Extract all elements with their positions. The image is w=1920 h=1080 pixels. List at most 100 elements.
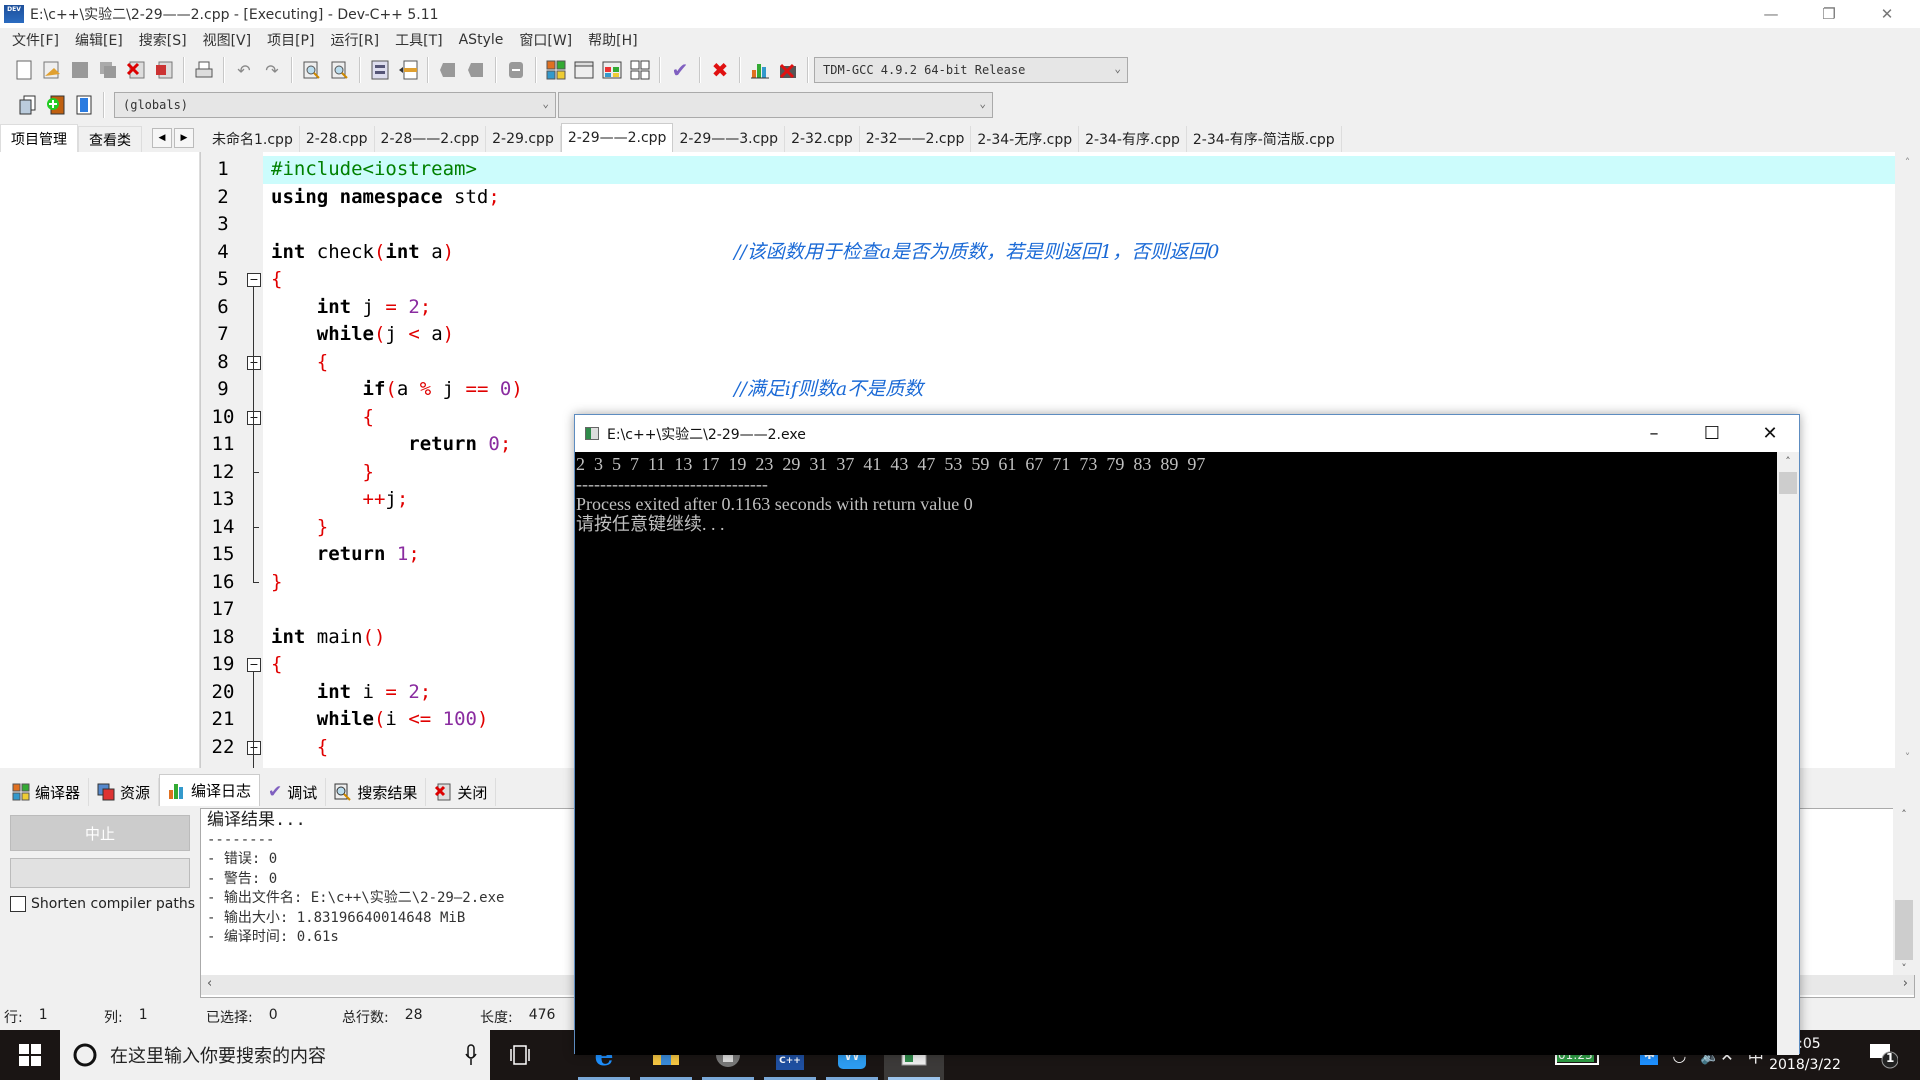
- code-line[interactable]: while(j < a): [271, 321, 454, 349]
- console-window[interactable]: E:\c++\实验二\2-29——2.exe – ☐ ✕ 2 3 5 7 11 …: [574, 414, 1800, 1055]
- rebuild-all-icon[interactable]: [629, 59, 651, 81]
- compile-icon[interactable]: [545, 59, 567, 81]
- code-line[interactable]: {: [271, 349, 328, 377]
- fold-toggle-icon[interactable]: −: [247, 355, 261, 370]
- bookmark-next-icon[interactable]: [465, 59, 487, 81]
- bookmark-prev-icon[interactable]: [437, 59, 459, 81]
- unindent-icon[interactable]: [397, 59, 419, 81]
- code-line[interactable]: using namespace std;: [271, 184, 500, 212]
- log-vertical-scrollbar[interactable]: ˄ ˅: [1893, 808, 1915, 975]
- find-icon[interactable]: [301, 59, 323, 81]
- console-title-bar[interactable]: E:\c++\实验二\2-29——2.exe: [575, 415, 1799, 452]
- undo-icon[interactable]: ↶: [233, 59, 255, 81]
- code-line[interactable]: int check(int a): [271, 239, 454, 267]
- menu-edit[interactable]: 编辑[E]: [67, 30, 131, 50]
- file-tab[interactable]: 2-34-有序-简洁版.cpp: [1186, 126, 1342, 152]
- restore-button[interactable]: ❐: [1800, 0, 1858, 28]
- tab-close[interactable]: 关闭: [426, 778, 497, 806]
- scrollbar-thumb[interactable]: [1895, 900, 1913, 960]
- fold-toggle-icon[interactable]: −: [247, 658, 261, 672]
- code-line[interactable]: ++j;: [271, 486, 409, 514]
- tab-compiler[interactable]: 编译器: [4, 778, 90, 806]
- microphone-icon[interactable]: [464, 1044, 478, 1066]
- file-tab[interactable]: 2-34-有序.cpp: [1079, 126, 1187, 152]
- code-line[interactable]: #include<iostream>: [271, 156, 477, 184]
- menu-astyle[interactable]: AStyle: [451, 32, 512, 48]
- tab-debug[interactable]: ✔ 调试: [260, 778, 327, 806]
- delete-profile-icon[interactable]: [777, 59, 799, 81]
- redo-icon[interactable]: ↷: [261, 59, 283, 81]
- goto-line-icon[interactable]: [505, 59, 527, 81]
- compile-run-icon[interactable]: [601, 59, 623, 81]
- file-tab[interactable]: 2-29——3.cpp: [673, 126, 786, 152]
- start-button[interactable]: [0, 1030, 60, 1080]
- console-vertical-scrollbar[interactable]: ˄: [1777, 452, 1799, 1055]
- scroll-up-arrow-icon[interactable]: ˄: [1895, 156, 1920, 169]
- stop-execution-icon[interactable]: ✖: [709, 58, 731, 82]
- menu-run[interactable]: 运行[R]: [322, 30, 387, 50]
- scroll-down-arrow-icon[interactable]: ˅: [1895, 751, 1920, 764]
- save-all-icon[interactable]: [97, 59, 119, 81]
- code-line[interactable]: if(a % j == 0): [271, 376, 523, 404]
- close-all-icon[interactable]: [153, 59, 175, 81]
- open-file-icon[interactable]: [41, 59, 63, 81]
- syntax-check-icon[interactable]: ✔: [669, 58, 691, 82]
- scroll-down-arrow-icon[interactable]: ˅: [1893, 962, 1915, 975]
- indent-icon[interactable]: [369, 59, 391, 81]
- console-maximize-button[interactable]: ☐: [1683, 415, 1741, 452]
- shorten-paths-checkbox[interactable]: [10, 896, 26, 912]
- tab-search-results[interactable]: 搜索结果: [326, 778, 427, 806]
- task-view-button[interactable]: [490, 1030, 550, 1080]
- save-icon[interactable]: [69, 59, 91, 81]
- taskbar-search-box[interactable]: 在这里输入你要搜索的内容: [60, 1030, 490, 1080]
- new-project-icon[interactable]: [17, 94, 39, 116]
- file-tab[interactable]: 2-28.cpp: [299, 126, 375, 152]
- action-center-button[interactable]: 1: [1868, 1040, 1899, 1070]
- symbol-select[interactable]: ⌄: [558, 92, 993, 118]
- code-line[interactable]: {: [271, 266, 282, 294]
- tab-resources[interactable]: 资源: [89, 778, 160, 806]
- code-line[interactable]: int i = 2;: [271, 679, 431, 707]
- file-tab[interactable]: 未命名1.cpp: [206, 126, 300, 152]
- tab-scroll-left-button[interactable]: ◀: [152, 128, 172, 148]
- file-tab[interactable]: 2-32.cpp: [785, 126, 860, 152]
- remove-from-project-icon[interactable]: [73, 94, 95, 116]
- compiler-select[interactable]: TDM-GCC 4.9.2 64-bit Release ⌄: [814, 57, 1128, 83]
- print-icon[interactable]: [193, 59, 215, 81]
- fold-toggle-icon[interactable]: −: [247, 740, 261, 755]
- shorten-paths-option[interactable]: Shorten compiler paths: [10, 896, 195, 912]
- menu-search[interactable]: 搜索[S]: [131, 30, 195, 50]
- tab-compile-log[interactable]: 编译日志: [159, 774, 261, 806]
- profile-chart-icon[interactable]: [749, 59, 771, 81]
- file-tab[interactable]: 2-29——2.cpp: [560, 123, 674, 152]
- close-button[interactable]: ✕: [1858, 0, 1916, 28]
- code-line[interactable]: return 0;: [271, 431, 511, 459]
- console-minimize-button[interactable]: –: [1625, 415, 1683, 452]
- close-file-icon[interactable]: [125, 59, 147, 81]
- scroll-up-arrow-icon[interactable]: ˄: [1893, 808, 1915, 821]
- scroll-right-arrow-icon[interactable]: ›: [1903, 976, 1908, 991]
- scope-select[interactable]: (globals) ⌄: [114, 92, 556, 118]
- run-icon[interactable]: [573, 59, 595, 81]
- code-line[interactable]: }: [271, 514, 328, 542]
- menu-view[interactable]: 视图[V]: [195, 30, 260, 50]
- file-tab[interactable]: 2-34-无序.cpp: [971, 126, 1080, 152]
- code-line[interactable]: int j = 2;: [271, 294, 431, 322]
- tab-scroll-right-button[interactable]: ▶: [174, 128, 194, 148]
- menu-tools[interactable]: 工具[T]: [387, 30, 450, 50]
- stop-button[interactable]: 中止: [10, 815, 190, 851]
- minimize-button[interactable]: —: [1742, 0, 1800, 28]
- fold-toggle-icon[interactable]: −: [247, 273, 261, 287]
- menu-project[interactable]: 项目[P]: [259, 30, 322, 50]
- editor-vertical-scrollbar[interactable]: ˄ ˅: [1895, 152, 1920, 768]
- console-output[interactable]: 2 3 5 7 11 13 17 19 23 29 31 37 41 43 47…: [575, 452, 1777, 1055]
- code-line[interactable]: {: [271, 404, 374, 432]
- code-line[interactable]: }: [271, 459, 374, 487]
- scroll-up-arrow-icon[interactable]: ˄: [1777, 455, 1799, 468]
- scrollbar-thumb[interactable]: [1779, 472, 1797, 494]
- file-tab[interactable]: 2-28——2.cpp: [374, 126, 487, 152]
- file-tab[interactable]: 2-32——2.cpp: [859, 126, 972, 152]
- code-line[interactable]: int main(): [271, 624, 385, 652]
- menu-file[interactable]: 文件[F]: [4, 30, 67, 50]
- new-file-icon[interactable]: [13, 59, 35, 81]
